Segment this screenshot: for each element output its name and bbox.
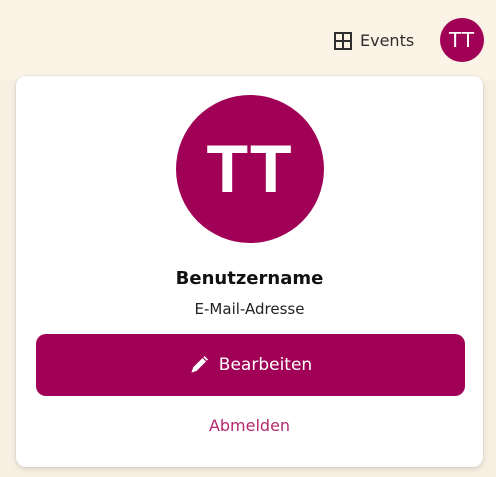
logout-link[interactable]: Abmelden [16,416,483,435]
edit-profile-button[interactable]: Bearbeiten [36,334,465,396]
profile-avatar: TT [176,95,324,243]
username: Benutzername [175,268,324,289]
pencil-icon [189,355,209,375]
events-link[interactable]: Events [334,30,414,52]
grid-icon [334,32,352,50]
edit-button-label: Bearbeiten [218,355,313,375]
user-avatar-button[interactable]: TT [440,18,484,62]
events-label: Events [360,31,415,50]
profile-card: TT Benutzername E-Mail-Adresse Bearbeite… [16,76,483,467]
top-bar: Events TT [0,0,496,80]
email-address: E-Mail-Adresse [194,300,305,318]
